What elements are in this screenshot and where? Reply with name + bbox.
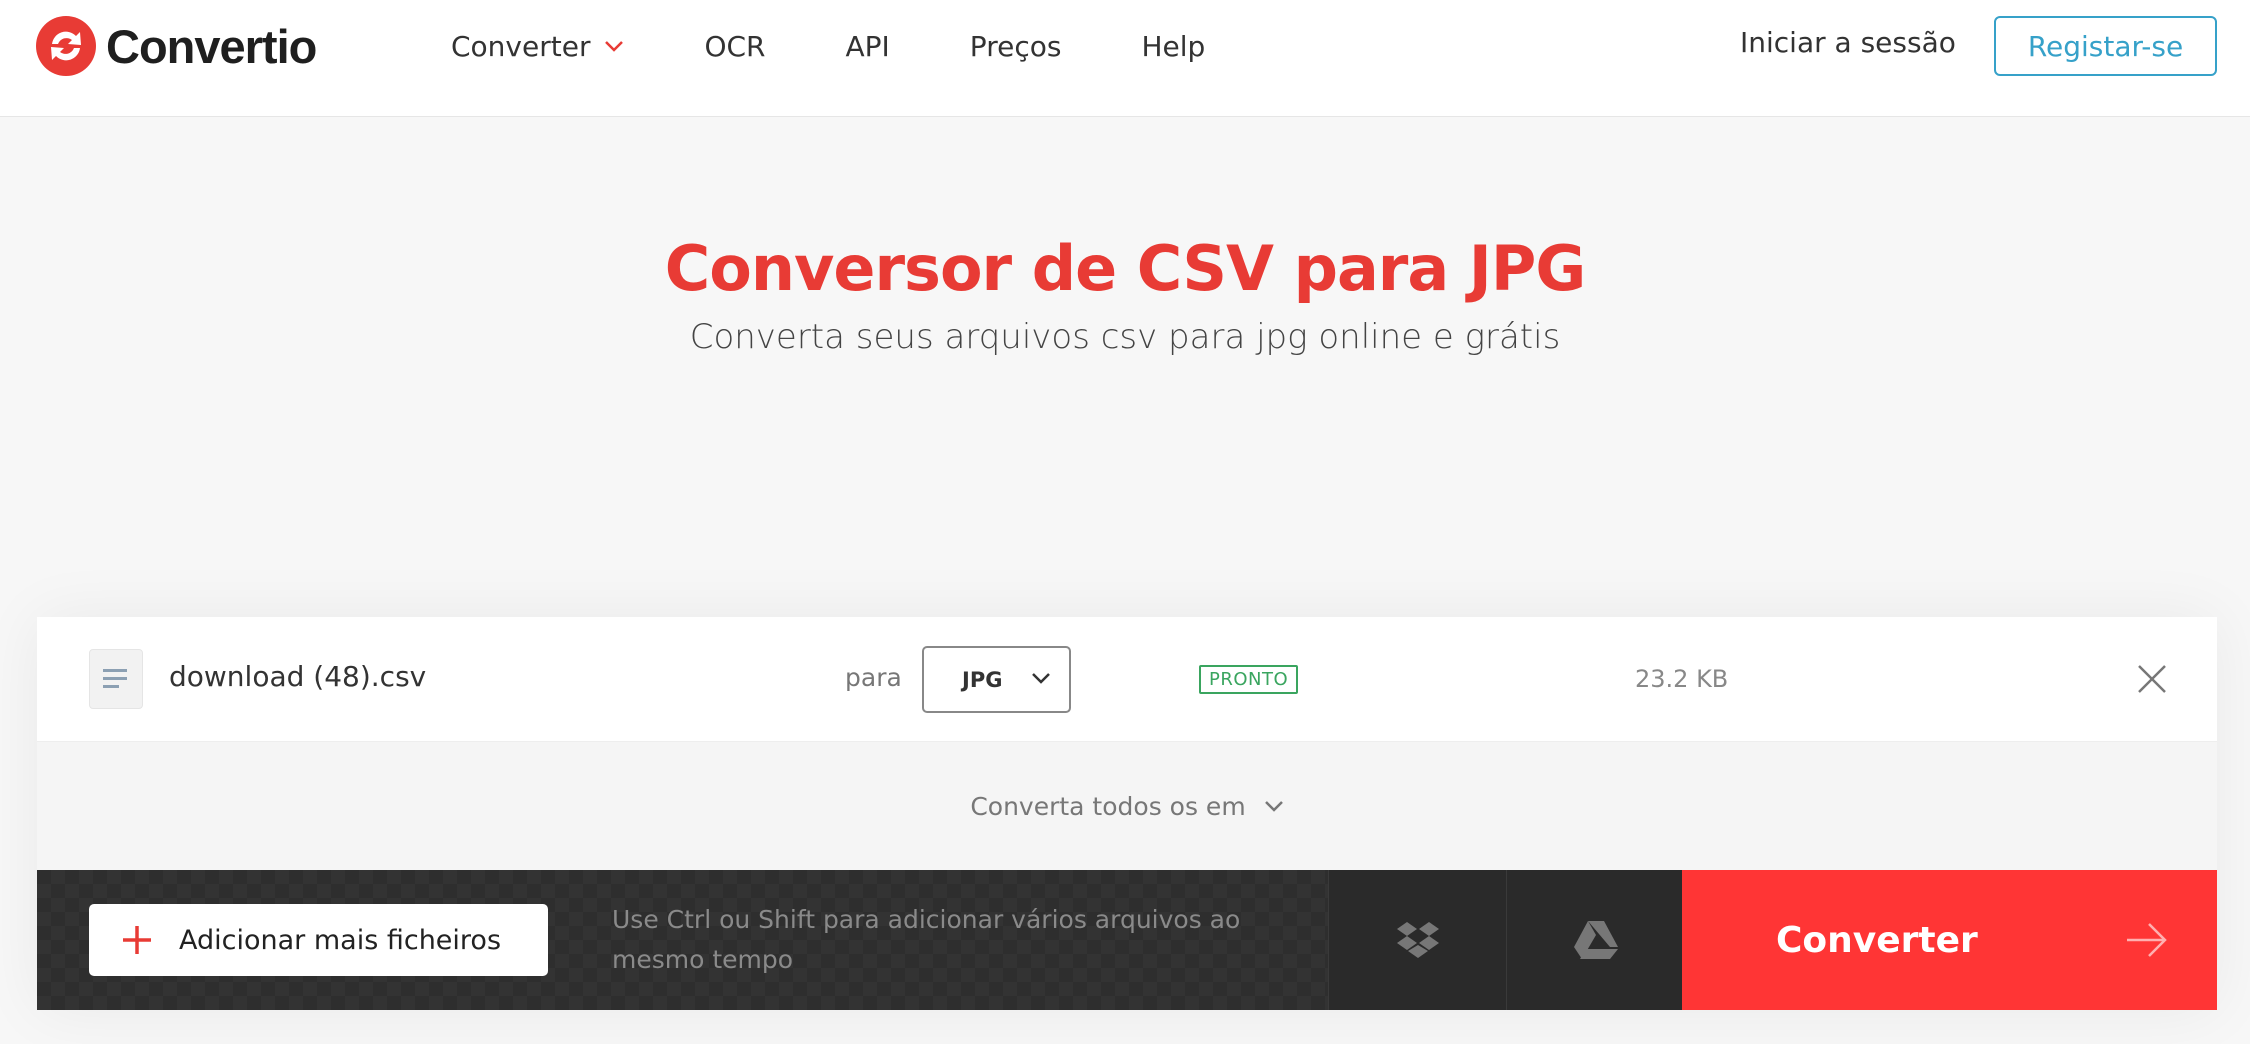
- file-row: download (48).csv para JPG PRONTO 23.2 K…: [37, 617, 2217, 742]
- file-size: 23.2 KB: [1635, 665, 1729, 693]
- convert-all-dropdown[interactable]: Converta todos os em: [37, 742, 2217, 870]
- nav-pricing-label: Preços: [969, 29, 1062, 63]
- nav-api-label: API: [845, 29, 890, 63]
- dropbox-button[interactable]: [1328, 870, 1506, 1010]
- dropbox-icon: [1396, 922, 1439, 958]
- file-icon: [89, 649, 143, 709]
- main-nav: Converter OCR API Preços Help: [451, 26, 1285, 66]
- to-label: para: [845, 663, 902, 692]
- nav-help-label: Help: [1141, 29, 1206, 63]
- nav-converter[interactable]: Converter: [451, 30, 624, 63]
- convert-button-label: Converter: [1776, 919, 1978, 961]
- header: Convertio Converter OCR API Preços Help …: [0, 0, 2250, 117]
- plus-icon: [123, 926, 151, 954]
- multi-select-hint: Use Ctrl ou Shift para adicionar vários …: [612, 905, 1241, 974]
- format-select[interactable]: JPG: [922, 646, 1071, 713]
- nav-ocr-label: OCR: [704, 29, 766, 63]
- nav-api[interactable]: API: [846, 30, 890, 63]
- logo[interactable]: Convertio: [36, 16, 317, 76]
- arrow-right-icon: [2127, 923, 2167, 957]
- nav-help[interactable]: Help: [1141, 30, 1205, 63]
- chevron-down-icon: [1032, 673, 1050, 684]
- convert-button[interactable]: Converter: [1682, 870, 2217, 1010]
- status-badge-label: PRONTO: [1209, 669, 1289, 690]
- nav-ocr[interactable]: OCR: [704, 30, 765, 63]
- chevron-down-icon: [1264, 801, 1283, 812]
- add-files-label: Adicionar mais ficheiros: [179, 924, 502, 956]
- convert-all-label: Converta todos os em: [970, 791, 1246, 821]
- status-badge: PRONTO: [1199, 665, 1299, 694]
- close-icon[interactable]: [2135, 662, 2169, 696]
- page-title: Conversor de CSV para JPG: [664, 232, 1586, 305]
- login-link[interactable]: Iniciar a sessão: [1740, 26, 1956, 59]
- file-name: download (48).csv: [169, 660, 427, 693]
- logo-text: Convertio: [106, 19, 317, 73]
- page-subtitle: Converta seus arquivos csv para jpg onli…: [689, 317, 1561, 357]
- converter-panel: download (48).csv para JPG PRONTO 23.2 K…: [37, 617, 2217, 1010]
- register-button[interactable]: Registar-se: [1994, 16, 2217, 76]
- nav-pricing[interactable]: Preços: [970, 30, 1062, 63]
- add-files-button[interactable]: Adicionar mais ficheiros: [89, 904, 548, 976]
- action-bar: Adicionar mais ficheiros Use Ctrl ou Shi…: [37, 870, 2217, 1010]
- register-button-label: Registar-se: [2027, 29, 2184, 63]
- chevron-down-icon: [605, 41, 624, 52]
- nav-converter-label: Converter: [451, 29, 591, 63]
- google-drive-button[interactable]: [1506, 870, 1684, 1010]
- format-select-value: JPG: [962, 667, 1003, 692]
- convertio-logo-icon: [36, 16, 96, 76]
- google-drive-icon: [1573, 921, 1618, 959]
